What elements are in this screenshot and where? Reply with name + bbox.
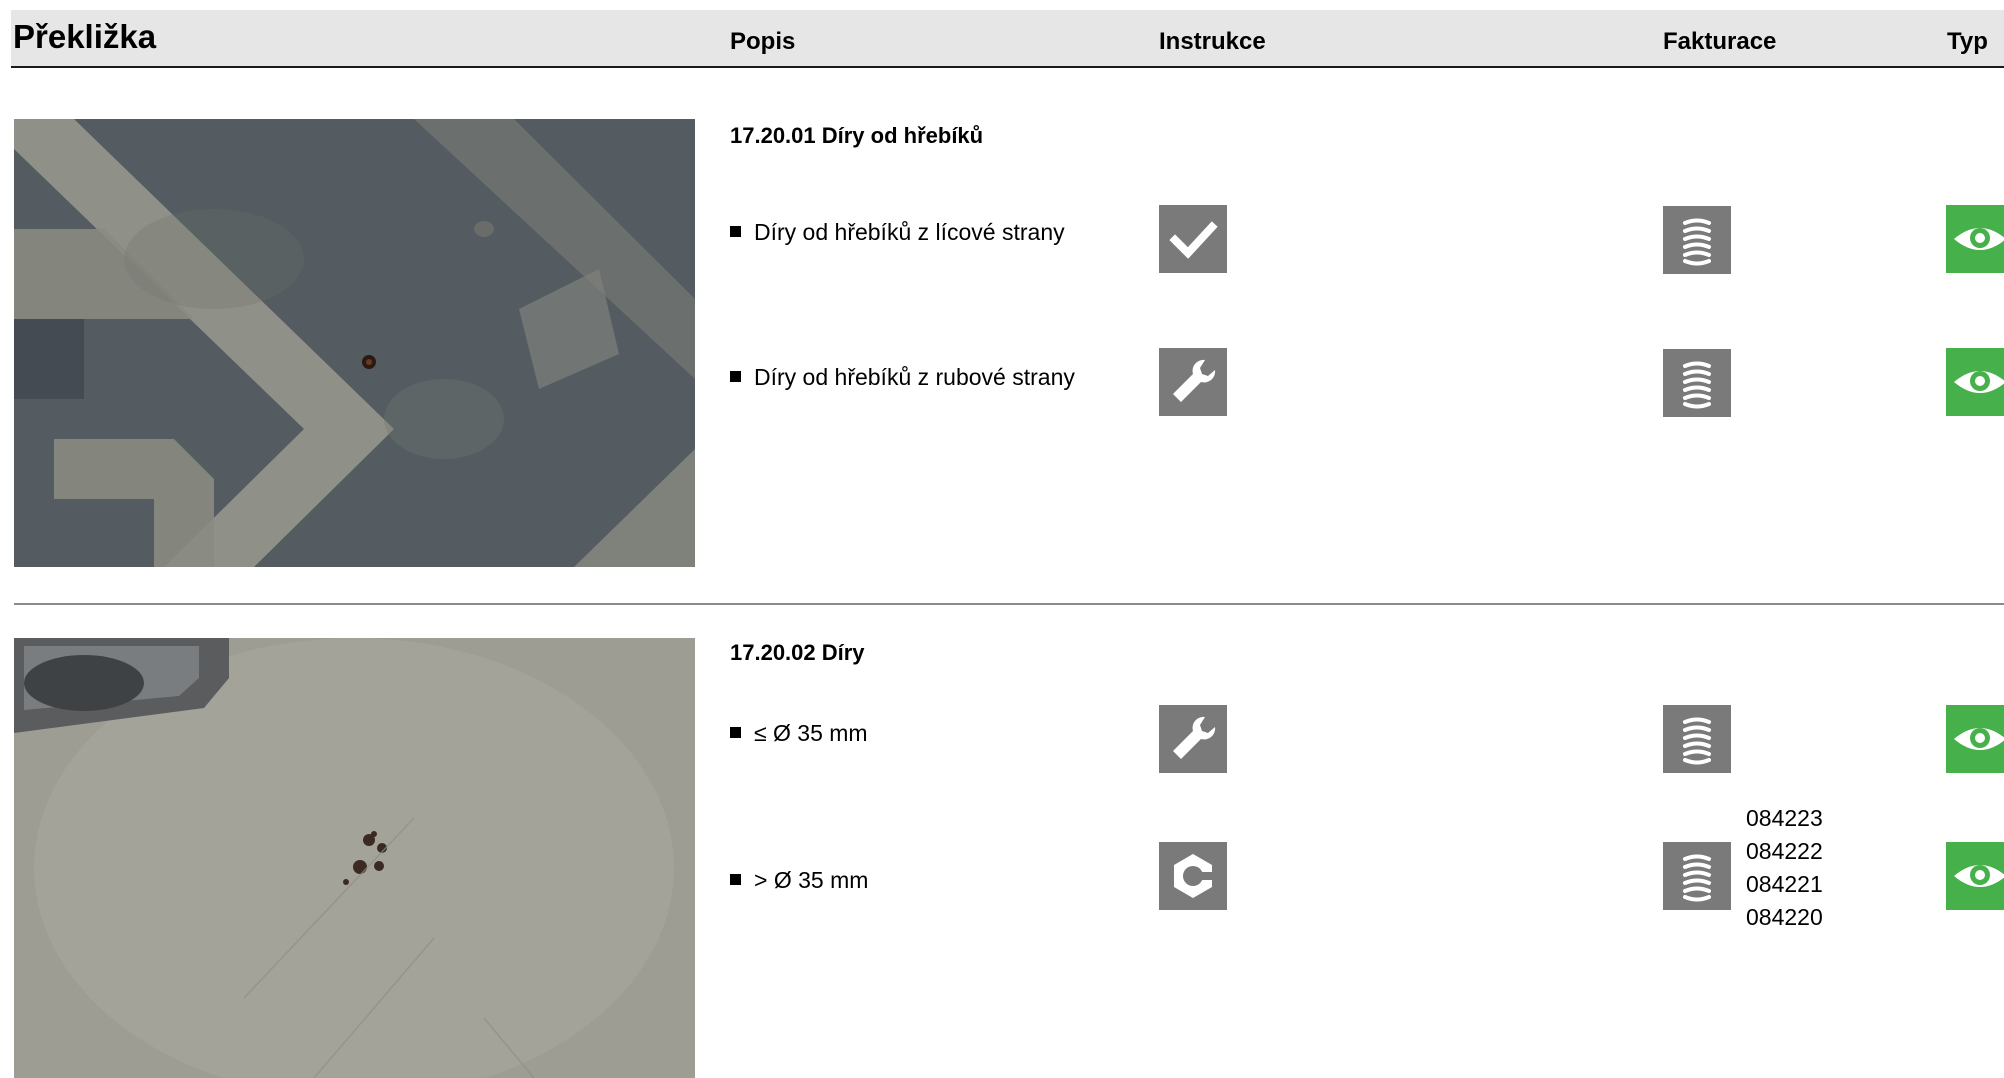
- list-item: Díry od hřebíků z lícové strany: [730, 219, 1065, 246]
- item-label: ≤ Ø 35 mm: [754, 720, 868, 746]
- billing-codes: 084223 084222 084221 084220: [1746, 802, 1823, 934]
- bullet-icon: [730, 371, 741, 382]
- list-item: > Ø 35 mm: [730, 867, 868, 894]
- bullet-icon: [730, 226, 741, 237]
- stack-icon[interactable]: [1663, 349, 1731, 417]
- column-header-popis: Popis: [730, 28, 796, 55]
- bullet-icon: [730, 727, 741, 738]
- hex-nut-icon[interactable]: [1159, 842, 1227, 910]
- eye-icon[interactable]: [1946, 705, 2004, 773]
- eye-icon[interactable]: [1946, 205, 2004, 273]
- billing-code: 084220: [1746, 904, 1823, 930]
- stack-icon[interactable]: [1663, 705, 1731, 773]
- section-title: 17.20.02 Díry: [730, 640, 865, 665]
- wrench-icon[interactable]: [1159, 705, 1227, 773]
- section-divider: [14, 603, 2004, 605]
- wrench-icon[interactable]: [1159, 348, 1227, 416]
- plywood-nail-holes-photo: [14, 119, 695, 567]
- column-header-fakturace: Fakturace: [1663, 28, 1777, 55]
- plywood-holes-photo: [14, 638, 695, 1078]
- billing-code: 084221: [1746, 871, 1823, 897]
- bullet-icon: [730, 874, 741, 885]
- item-label: Díry od hřebíků z rubové strany: [754, 364, 1075, 390]
- checkmark-icon[interactable]: [1159, 205, 1227, 273]
- item-label: > Ø 35 mm: [754, 867, 869, 893]
- eye-icon[interactable]: [1946, 348, 2004, 416]
- list-item: ≤ Ø 35 mm: [730, 720, 868, 747]
- column-header-instrukce: Instrukce: [1159, 28, 1266, 55]
- billing-code: 084222: [1746, 838, 1823, 864]
- list-item: Díry od hřebíků z rubové strany: [730, 364, 1075, 391]
- billing-code: 084223: [1746, 805, 1823, 831]
- column-header-typ: Typ: [1947, 28, 1988, 55]
- stack-icon[interactable]: [1663, 206, 1731, 274]
- table-header: Překližka Popis Instrukce Fakturace Typ: [11, 10, 2004, 68]
- eye-icon[interactable]: [1946, 842, 2004, 910]
- page-title: Překližka: [13, 18, 157, 55]
- stack-icon[interactable]: [1663, 842, 1731, 910]
- section-title: 17.20.01 Díry od hřebíků: [730, 123, 984, 148]
- item-label: Díry od hřebíků z lícové strany: [754, 219, 1065, 245]
